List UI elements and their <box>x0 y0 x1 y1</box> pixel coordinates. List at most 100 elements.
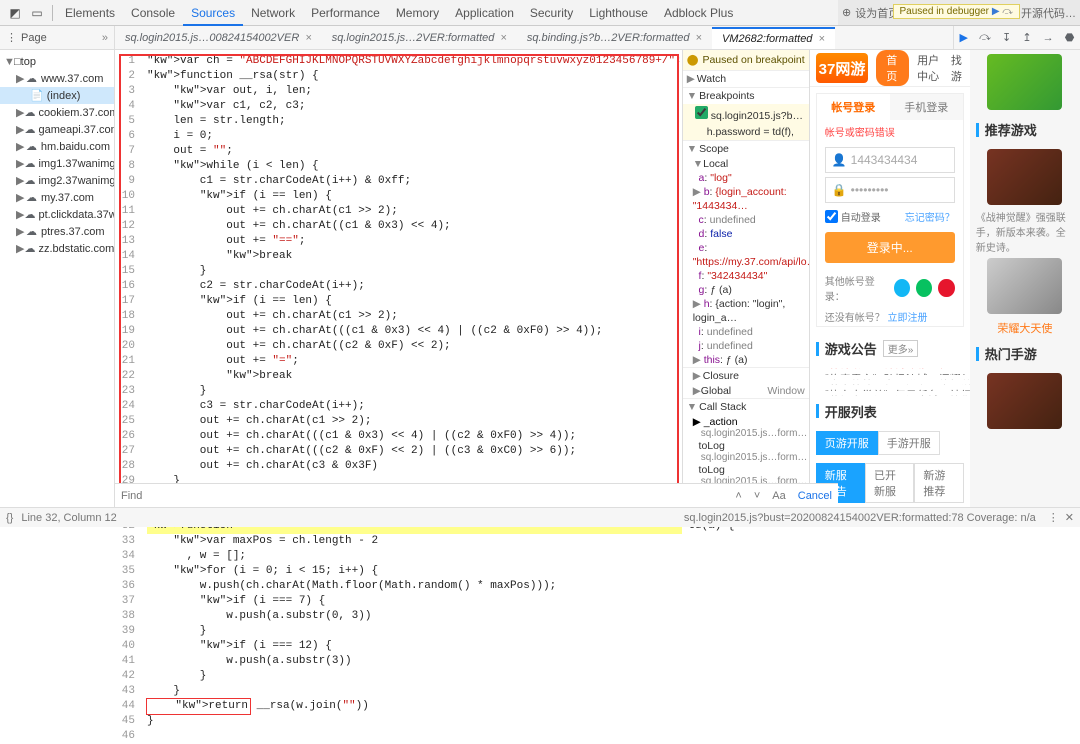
callstack-frame[interactable]: toLog <box>683 463 809 476</box>
close-tab-icon[interactable]: × <box>305 32 311 44</box>
close-tab-icon[interactable]: × <box>696 32 702 44</box>
source-tab[interactable]: sq.binding.js?b…2VER:formatted× <box>517 28 712 48</box>
deactivate-bp-icon[interactable]: ⬣ <box>1065 31 1075 44</box>
auto-login-checkbox[interactable]: 自动登录 <box>825 209 881 224</box>
tree-item[interactable]: ▶☁ www.37.com <box>0 70 114 87</box>
page-tab[interactable]: Page <box>21 32 47 44</box>
devtools-tab-memory[interactable]: Memory <box>388 2 447 24</box>
scope-variable[interactable]: ▶ b: {login_account: "1443434… <box>683 185 809 213</box>
source-tab[interactable]: sq.login2015.js…00824154002VER× <box>115 28 322 48</box>
scope-variable[interactable]: ▶ this: ƒ (a) <box>683 353 809 367</box>
qq-login-icon[interactable] <box>894 279 910 297</box>
devtools-tab-lighthouse[interactable]: Lighthouse <box>581 2 656 24</box>
tree-item[interactable]: ▶☁ pt.clickdata.37wan.com <box>0 206 114 223</box>
close-tab-icon[interactable]: × <box>500 32 506 44</box>
tree-item-selected[interactable]: 📄 (index) <box>0 87 114 104</box>
resume-icon[interactable]: ▶ <box>960 31 968 44</box>
watch-section[interactable]: ▶Watch <box>683 70 809 87</box>
step-icon[interactable]: → <box>1043 32 1054 44</box>
password-input[interactable]: 🔒••••••••• <box>825 177 955 203</box>
site-header: 37网游 首页 用户中心 找游 <box>810 50 970 87</box>
prev-match-icon[interactable]: ˄ <box>735 490 741 502</box>
match-case-toggle[interactable]: Aa <box>772 490 785 502</box>
scope-variable[interactable]: c: undefined <box>683 213 809 227</box>
scope-section[interactable]: ▼Scope <box>683 140 809 157</box>
tree-item[interactable]: ▶☁ img1.37wanimg.com <box>0 155 114 172</box>
devtools-tab-sources[interactable]: Sources <box>183 2 243 26</box>
tree-top[interactable]: ▼□ top <box>0 54 114 70</box>
callstack-section[interactable]: ▼Call Stack <box>683 398 809 415</box>
scope-local[interactable]: ▼Local <box>683 157 809 171</box>
tree-item[interactable]: ▶☁ img2.37wanimg.com <box>0 172 114 189</box>
login-button[interactable]: 登录中... <box>825 232 955 263</box>
nav-findgame[interactable]: 找游 <box>951 52 964 84</box>
bp-checkbox[interactable] <box>695 106 708 119</box>
wechat-login-icon[interactable] <box>916 279 932 297</box>
code-editor[interactable]: 1234567891011121314151617181920212223242… <box>115 50 683 507</box>
tree-item[interactable]: ▶☁ my.37.com <box>0 189 114 206</box>
hot-mobile-card[interactable] <box>987 373 1062 429</box>
scope-variable[interactable]: g: ƒ (a) <box>683 283 809 297</box>
step-over-icon[interactable]: ⤼ <box>979 31 991 44</box>
tab-password-login[interactable]: 帐号登录 <box>817 94 890 120</box>
hero-banner[interactable] <box>987 54 1062 110</box>
rec-game-card-2[interactable] <box>987 258 1062 314</box>
tree-item[interactable]: ▶☁ cookiem.37.com <box>0 104 114 121</box>
forgot-password-link[interactable]: 忘记密码？ <box>905 209 955 224</box>
register-link[interactable]: 立即注册 <box>887 313 927 324</box>
source-tab[interactable]: sq.login2015.js…2VER:formatted× <box>322 28 517 48</box>
weibo-login-icon[interactable] <box>938 279 954 297</box>
find-cancel[interactable]: Cancel <box>798 490 832 502</box>
scope-variable[interactable]: d: false <box>683 227 809 241</box>
close-tab-icon[interactable]: × <box>818 33 824 45</box>
username-input[interactable]: 👤1443434434 <box>825 147 955 173</box>
tab-sms-login[interactable]: 手机登录 <box>890 94 963 120</box>
scope-variable[interactable]: a: "log" <box>683 171 809 185</box>
server-sub-newrec[interactable]: 新游推荐 <box>914 463 963 503</box>
lock-icon: 🔒 <box>832 183 847 197</box>
rec-game-card[interactable] <box>987 149 1062 205</box>
scope-variable[interactable]: f: "342434434" <box>683 269 809 283</box>
breakpoints-section[interactable]: ▼Breakpoints <box>683 87 809 104</box>
nav-usercenter[interactable]: 用户中心 <box>917 52 943 84</box>
site-logo[interactable]: 37网游 <box>816 53 869 83</box>
devtools-tab-application[interactable]: Application <box>447 2 522 24</box>
step-into-icon[interactable]: ↧ <box>1002 31 1011 44</box>
tree-item[interactable]: ▶☁ ptres.37.com <box>0 223 114 240</box>
scope-variable[interactable]: i: undefined <box>683 325 809 339</box>
sidebar-more-icon[interactable]: » <box>102 32 108 44</box>
next-match-icon[interactable]: ˅ <box>754 490 760 502</box>
announcements-more[interactable]: 更多» <box>883 340 919 357</box>
sidebar-menu-icon[interactable]: ⋮ <box>6 31 17 44</box>
callstack-frame[interactable]: toLog <box>683 439 809 452</box>
breakpoint-entry[interactable]: sq.login2015.js?bust=2020082… <box>683 104 809 124</box>
tree-item[interactable]: ▶☁ hm.baidu.com <box>0 138 114 155</box>
scope-global[interactable]: ▶GlobalWindow <box>683 384 809 398</box>
console-toggle-icon[interactable]: ⋮ <box>1048 511 1059 524</box>
scope-closure[interactable]: ▶Closure <box>683 367 809 384</box>
scope-variable[interactable]: j: undefined <box>683 339 809 353</box>
server-tab-web[interactable]: 页游开服 <box>816 431 878 455</box>
callstack-frame[interactable]: ▶ _action <box>683 415 809 428</box>
file-tree[interactable]: ▼□ top ▶☁ www.37.com📄 (index)▶☁ cookiem.… <box>0 50 115 507</box>
devtools-tab-console[interactable]: Console <box>123 2 183 24</box>
source-tab[interactable]: VM2682:formatted× <box>712 27 835 49</box>
server-sub-opened[interactable]: 已开新服 <box>865 463 914 503</box>
devtools-tab-elements[interactable]: Elements <box>57 2 123 24</box>
scope-variable[interactable]: ▶ h: {action: "login", login_a… <box>683 297 809 325</box>
inspect-icon[interactable]: ◩ <box>4 2 26 24</box>
new-tab-icon[interactable]: ⊕ <box>842 6 851 19</box>
home-pill[interactable]: 首页 <box>876 50 909 86</box>
devtools-tab-performance[interactable]: Performance <box>303 2 388 24</box>
devtools-tab-network[interactable]: Network <box>243 2 303 24</box>
tree-item[interactable]: ▶☁ zz.bdstatic.com <box>0 240 114 257</box>
server-list-title: 开服列表 <box>825 402 877 421</box>
devtools-tab-security[interactable]: Security <box>522 2 581 24</box>
device-icon[interactable]: ▭ <box>26 2 48 24</box>
scope-variable[interactable]: e: "https://my.37.com/api/lo… <box>683 241 809 269</box>
devtools-tab-adblock plus[interactable]: Adblock Plus <box>656 2 741 24</box>
step-out-icon[interactable]: ↥ <box>1022 31 1031 44</box>
tree-item[interactable]: ▶☁ gameapi.37.com <box>0 121 114 138</box>
server-tab-mobile[interactable]: 手游开服 <box>878 431 940 455</box>
find-input[interactable] <box>121 490 723 502</box>
